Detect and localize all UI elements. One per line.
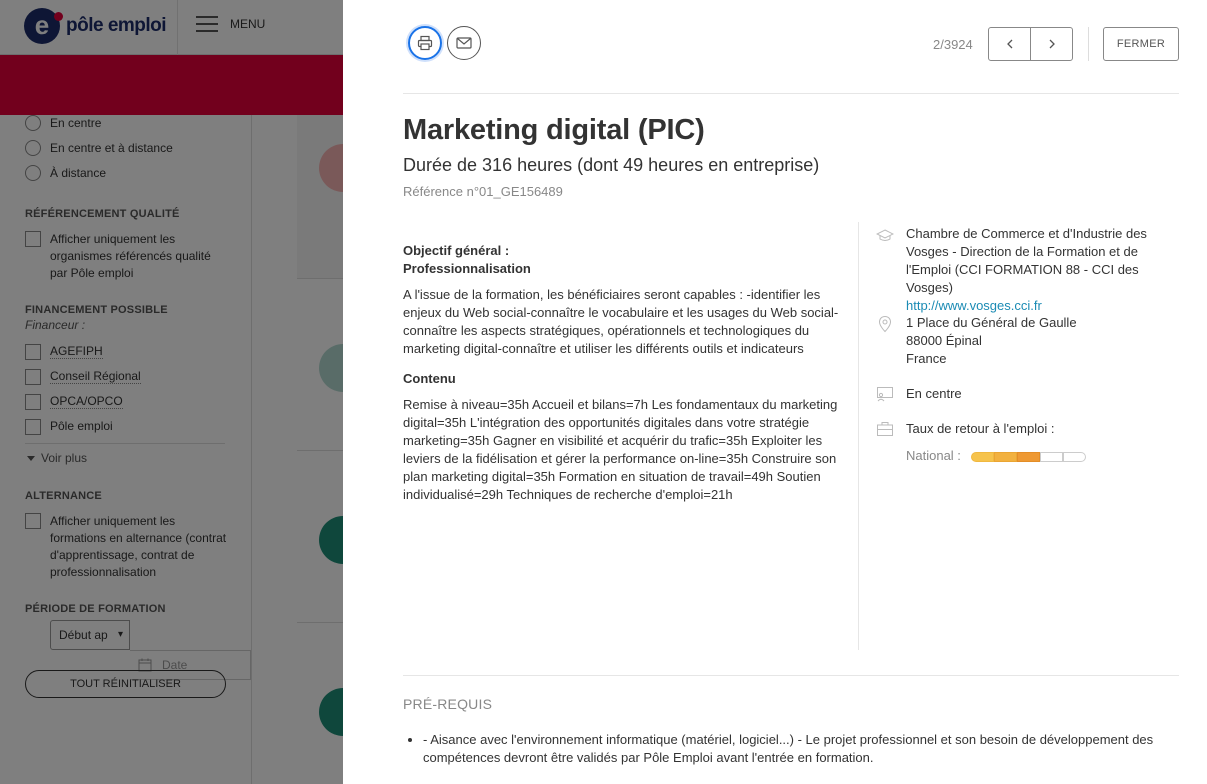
content-text: Remise à niveau=35h Accueil et bilans=7h… xyxy=(403,397,838,502)
header-rule xyxy=(403,93,1179,94)
national-rating-row: National : xyxy=(906,447,1186,465)
next-button[interactable] xyxy=(1030,27,1073,61)
organism-name: Chambre de Commerce et d'Industrie des V… xyxy=(906,226,1147,295)
prerequisite-item: - Aisance avec l'environnement informati… xyxy=(423,731,1173,767)
training-title: Marketing digital (PIC) xyxy=(403,114,705,146)
address-line3: France xyxy=(906,351,947,366)
graduation-cap-icon xyxy=(876,229,894,241)
objective-text: A l'issue de la formation, les bénéficia… xyxy=(403,287,839,356)
rating-segment xyxy=(1062,451,1086,462)
chevron-left-icon xyxy=(1006,39,1012,49)
rating-segment xyxy=(993,451,1017,462)
prerequisites-list: - Aisance avec l'environnement informati… xyxy=(403,731,1173,767)
address-block: 1 Place du Général de Gaulle 88000 Épina… xyxy=(906,314,1186,368)
chevron-right-icon xyxy=(1049,39,1055,49)
training-duration: Durée de 316 heures (dont 49 heures en e… xyxy=(403,155,820,175)
section-rule xyxy=(403,675,1179,676)
email-button[interactable] xyxy=(447,26,481,60)
organism-block: Chambre de Commerce et d'Industrie des V… xyxy=(906,225,1186,315)
classroom-icon xyxy=(877,387,893,402)
rating-segment xyxy=(970,451,994,462)
address-line1: 1 Place du Général de Gaulle xyxy=(906,315,1077,330)
national-label: National : xyxy=(906,448,961,463)
previous-button[interactable] xyxy=(988,27,1031,61)
return-to-work-label: Taux de retour à l'emploi : xyxy=(906,421,1055,436)
content-label: Contenu xyxy=(403,371,456,386)
objective-value: Professionnalisation xyxy=(403,261,531,276)
briefcase-icon xyxy=(877,422,893,436)
training-reference: Référence n°01_GE156489 xyxy=(403,184,563,199)
address-line2: 88000 Épinal xyxy=(906,333,982,348)
close-button[interactable]: FERMER xyxy=(1103,27,1179,61)
rating-segment xyxy=(1039,451,1063,462)
column-divider xyxy=(858,222,859,650)
prerequisites-title: PRÉ-REQUIS xyxy=(403,696,493,712)
rating-segment xyxy=(1016,451,1040,462)
location-pin-icon xyxy=(878,315,892,333)
training-detail-panel: 2/3924 FERMER Marketing digital (PIC) Du… xyxy=(343,0,1207,784)
result-pager: 2/3924 xyxy=(933,37,973,52)
training-mode: En centre xyxy=(906,386,962,401)
training-description: Objectif général : Professionnalisation … xyxy=(403,242,843,512)
objective-label: Objectif général : xyxy=(403,243,510,258)
national-rating-bar xyxy=(970,451,1086,462)
toolbar-divider xyxy=(1088,27,1089,61)
print-button[interactable] xyxy=(408,26,442,60)
envelope-icon xyxy=(456,37,472,49)
organism-website-link[interactable]: http://www.vosges.cci.fr xyxy=(906,297,1186,315)
printer-icon xyxy=(417,35,433,51)
